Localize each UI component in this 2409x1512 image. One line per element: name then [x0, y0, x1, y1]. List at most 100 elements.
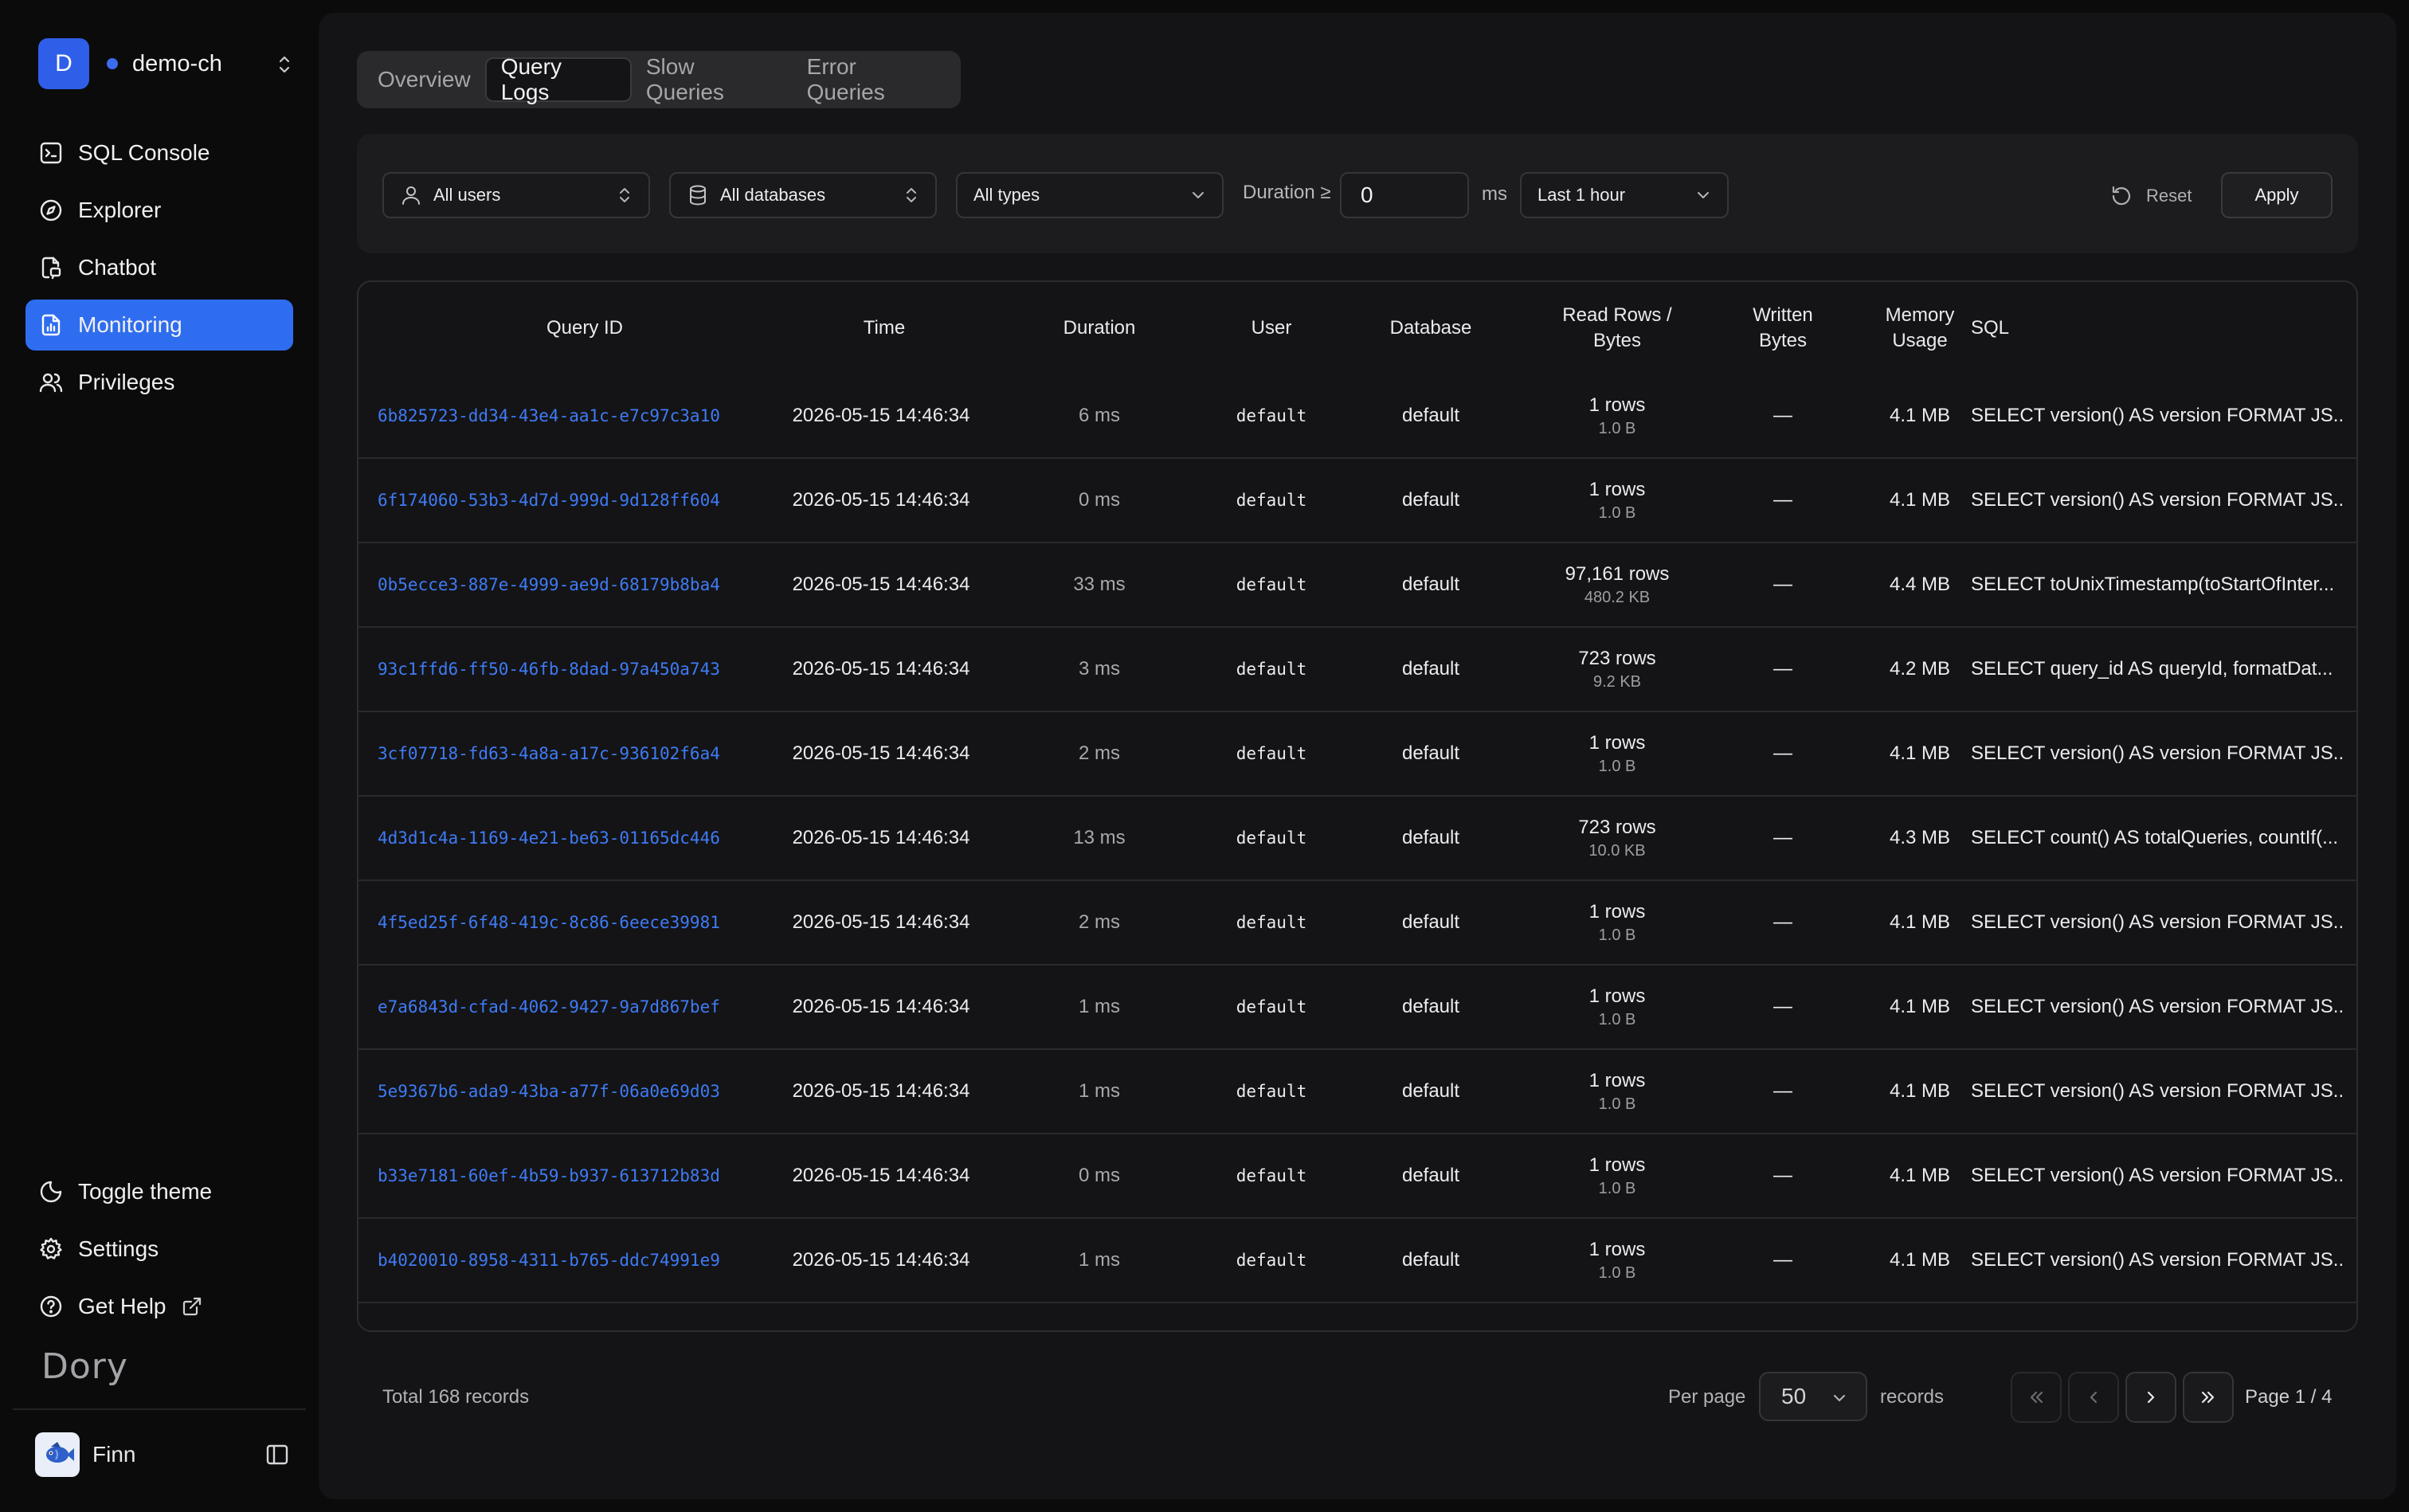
- user-cell: default: [1236, 913, 1307, 932]
- duration-cell: 0 ms: [1078, 489, 1120, 511]
- first-page-button[interactable]: [2011, 1372, 2062, 1423]
- user-filter-select[interactable]: All users: [382, 172, 650, 218]
- table-row[interactable]: 3cf07718-fd63-4a8a-a17c-936102f6a4 2026-0…: [358, 712, 2356, 797]
- sql-cell: SELECT version() AS version FORMAT JS...: [1971, 1249, 2345, 1271]
- sidebar-toggle-icon[interactable]: [264, 1442, 290, 1467]
- apply-button[interactable]: Apply: [2221, 172, 2333, 218]
- read-rows-count: 723 rows: [1578, 647, 1656, 669]
- nav-item-privileges[interactable]: Privileges: [25, 357, 293, 408]
- tab-error-queries[interactable]: Error Queries: [793, 54, 954, 104]
- written-bytes-cell: [1735, 1303, 1831, 1330]
- table-row[interactable]: 6f174060-53b3-4d7d-999d-9d128ff604 2026-0…: [358, 459, 2356, 543]
- read-bytes: 1.0 B: [1598, 1179, 1636, 1197]
- memory-cell: 4.1 MB: [1889, 1249, 1951, 1271]
- reset-button[interactable]: Reset: [2109, 174, 2192, 218]
- read-rows-count: 1 rows: [1588, 1069, 1646, 1091]
- query-id-link[interactable]: 3cf07718-fd63-4a8a-a17c-936102f6a4: [378, 712, 728, 795]
- memory-cell: 4.1 MB: [1889, 405, 1951, 426]
- nav-item-monitoring[interactable]: Monitoring: [25, 300, 293, 351]
- query-id-link[interactable]: [378, 1303, 728, 1330]
- time-cell: 2026-05-15 14:46:34: [792, 742, 970, 764]
- duration-cell: 1 ms: [1078, 1080, 1120, 1102]
- nav-item-sql-console[interactable]: SQL Console: [25, 127, 293, 178]
- header-query-id: Query ID: [546, 317, 624, 339]
- duration-input[interactable]: 0: [1340, 172, 1469, 218]
- time-cell: [770, 1303, 993, 1330]
- query-id-link[interactable]: 6f174060-53b3-4d7d-999d-9d128ff604: [378, 459, 728, 542]
- reset-icon: [2112, 186, 2131, 206]
- settings-button[interactable]: Settings: [25, 1224, 293, 1275]
- connection-status-dot: [107, 58, 118, 69]
- nav-item-explorer[interactable]: Explorer: [25, 185, 293, 236]
- table-row[interactable]: 5e9367b6-ada9-43ba-a77f-06a0e69d03 2026-0…: [358, 1050, 2356, 1134]
- read-rows-count: 1 rows: [1588, 731, 1646, 754]
- time-range-select[interactable]: Last 1 hour: [1520, 172, 1729, 218]
- read-rows-cell: 1 rows 1.0 B: [1522, 1050, 1713, 1133]
- workspace-switcher[interactable]: D demo-ch: [38, 38, 293, 89]
- table-row[interactable]: 93c1ffd6-ff50-46fb-8dad-97a450a743 2026-0…: [358, 628, 2356, 712]
- table-row[interactable]: b33e7181-60ef-4b59-b937-613712b83d 2026-0…: [358, 1134, 2356, 1219]
- user-menu[interactable]: Finn: [35, 1431, 290, 1479]
- read-rows-cell: 1 rows 1.0 B: [1522, 1134, 1713, 1217]
- gear-icon: [40, 1237, 62, 1259]
- query-id-link[interactable]: 5e9367b6-ada9-43ba-a77f-06a0e69d03: [378, 1050, 728, 1133]
- sql-cell: SELECT version() AS version FORMAT JS...: [1971, 911, 2345, 933]
- duration-cell: 1 ms: [1078, 1249, 1120, 1271]
- user-cell: [1208, 1303, 1335, 1330]
- per-page-select[interactable]: 50: [1759, 1372, 1867, 1421]
- chevron-up-down-icon: [620, 188, 629, 202]
- time-cell: 2026-05-15 14:46:34: [792, 1165, 970, 1186]
- table-row[interactable]: 1 rows: [358, 1303, 2356, 1330]
- query-id-link[interactable]: 0b5ecce3-887e-4999-ae9d-68179b8ba4: [378, 543, 728, 626]
- sql-cell: SELECT query_id AS queryId, formatDat...: [1971, 658, 2333, 680]
- database-filter-value: All databases: [720, 185, 826, 205]
- read-rows-cell: 723 rows 9.2 KB: [1522, 628, 1713, 711]
- duration-cell: 13 ms: [1073, 827, 1126, 848]
- query-id-link[interactable]: b33e7181-60ef-4b59-b937-613712b83d: [378, 1134, 728, 1217]
- user-filter-value: All users: [433, 185, 501, 205]
- memory-cell: 4.1 MB: [1889, 742, 1951, 764]
- query-id-link[interactable]: 6b825723-dd34-43e4-aa1c-e7c97c3a10: [378, 374, 728, 457]
- tab-slow-queries[interactable]: Slow Queries: [632, 54, 793, 104]
- toggle-theme-button[interactable]: Toggle theme: [25, 1166, 293, 1217]
- written-bytes-cell: —: [1773, 827, 1792, 848]
- nav-item-label: Toggle theme: [78, 1179, 213, 1204]
- table-row[interactable]: 0b5ecce3-887e-4999-ae9d-68179b8ba4 2026-0…: [358, 543, 2356, 628]
- table-row[interactable]: 4f5ed25f-6f48-419c-8c86-6eece39981 2026-0…: [358, 881, 2356, 966]
- table-row[interactable]: b4020010-8958-4311-b765-ddc74991e9 2026-0…: [358, 1219, 2356, 1303]
- database-cell: default: [1401, 574, 1460, 595]
- query-id-link[interactable]: 93c1ffd6-ff50-46fb-8dad-97a450a743: [378, 628, 728, 711]
- table-row[interactable]: 4d3d1c4a-1169-4e21-be63-01165dc446 2026-0…: [358, 797, 2356, 881]
- header-read-rows: Read Rows / Bytes: [1537, 303, 1697, 354]
- time-cell: 2026-05-15 14:46:34: [792, 996, 970, 1017]
- database-filter-select[interactable]: All databases: [669, 172, 937, 218]
- read-bytes: 1.0 B: [1598, 503, 1636, 522]
- tab-overview[interactable]: Overview: [363, 57, 485, 102]
- header-written-bytes: Written Bytes: [1735, 303, 1831, 354]
- query-id-link[interactable]: e7a6843d-cfad-4062-9427-9a7d867bef: [378, 966, 728, 1048]
- user-cell: default: [1236, 575, 1307, 594]
- sidebar-divider: [13, 1408, 306, 1410]
- prev-page-button[interactable]: [2068, 1372, 2119, 1423]
- sql-cell: [1971, 1303, 2345, 1330]
- tab-query-logs[interactable]: Query Logs: [484, 54, 632, 104]
- type-filter-select[interactable]: All types: [956, 172, 1224, 218]
- chat-file-icon: [41, 257, 61, 280]
- read-bytes: 480.2 KB: [1584, 588, 1651, 606]
- nav-item-label: Settings: [78, 1236, 159, 1261]
- query-id-link[interactable]: 4f5ed25f-6f48-419c-8c86-6eece39981: [378, 881, 728, 964]
- next-page-button[interactable]: [2125, 1372, 2176, 1423]
- table-row[interactable]: 6b825723-dd34-43e4-aa1c-e7c97c3a10 2026-0…: [358, 374, 2356, 459]
- time-cell: 2026-05-15 14:46:34: [792, 574, 970, 595]
- last-page-button[interactable]: [2183, 1372, 2234, 1423]
- time-cell: 2026-05-15 14:46:34: [792, 827, 970, 848]
- get-help-link[interactable]: Get Help: [25, 1281, 293, 1332]
- database-cell: default: [1401, 827, 1460, 848]
- table-row[interactable]: e7a6843d-cfad-4062-9427-9a7d867bef 2026-0…: [358, 966, 2356, 1050]
- user-name: Finn: [92, 1442, 136, 1467]
- query-id-link[interactable]: 4d3d1c4a-1169-4e21-be63-01165dc446: [378, 797, 728, 879]
- read-bytes: 1.0 B: [1598, 419, 1636, 437]
- memory-cell: 4.4 MB: [1889, 574, 1951, 595]
- query-id-link[interactable]: b4020010-8958-4311-b765-ddc74991e9: [378, 1219, 728, 1302]
- nav-item-chatbot[interactable]: Chatbot: [25, 242, 293, 293]
